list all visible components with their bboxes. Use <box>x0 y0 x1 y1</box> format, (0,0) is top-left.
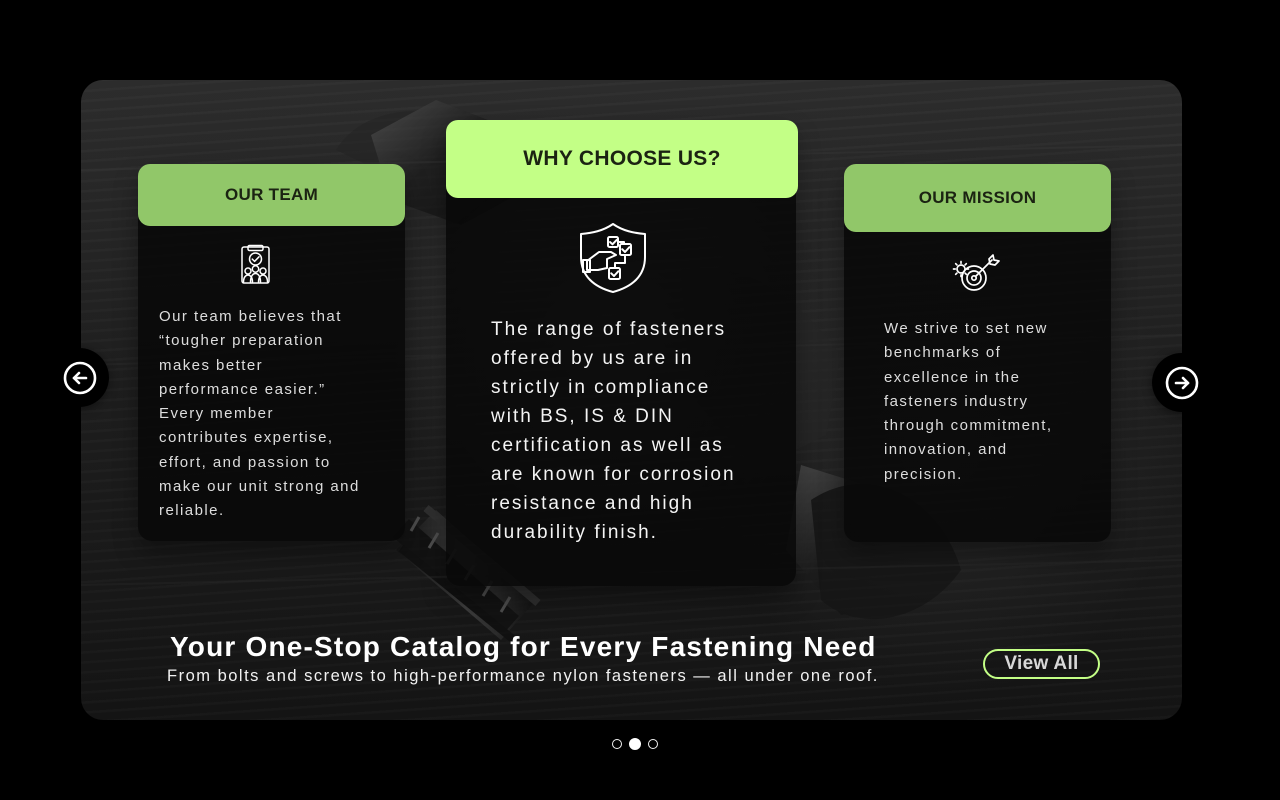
card-body-our-mission: We strive to set new benchmarks of excel… <box>884 320 1053 483</box>
view-all-button[interactable]: View All <box>983 649 1100 679</box>
team-clipboard-icon <box>237 244 274 292</box>
carousel-pagination <box>612 737 670 751</box>
pagination-dot[interactable] <box>612 739 622 749</box>
hero-banner: OUR TEAM Our team believes that “tougher… <box>81 80 1182 720</box>
card-our-team: OUR TEAM Our team believes that “tougher… <box>138 164 405 541</box>
carousel-prev-button[interactable] <box>50 348 109 407</box>
card-body-our-team: Our team believes that “tougher preparat… <box>159 308 360 520</box>
pagination-dot-active[interactable] <box>629 738 641 750</box>
card-title-our-mission: OUR MISSION <box>844 164 1111 232</box>
hero-title: Your One-Stop Catalog for Every Fastenin… <box>170 631 877 662</box>
arrow-left-circle-icon <box>60 358 100 398</box>
card-title-why-choose-us: WHY CHOOSE US? <box>446 120 798 198</box>
card-why-choose-us: WHY CHOOSE US? The range of fasteners of… <box>446 120 798 586</box>
card-body-why-choose-us: The range of fasteners offered by us are… <box>491 319 736 543</box>
page: OUR TEAM Our team believes that “tougher… <box>0 0 1280 800</box>
carousel-next-button[interactable] <box>1152 353 1211 412</box>
target-gear-icon <box>952 254 1000 294</box>
card-our-mission: OUR MISSION We strive to set new benchma… <box>844 164 1111 542</box>
pagination-dot[interactable] <box>648 739 658 749</box>
hero-subtitle: From bolts and screws to high-performanc… <box>167 667 879 685</box>
shield-checklist-icon <box>577 221 649 294</box>
arrow-right-circle-icon <box>1162 363 1202 403</box>
card-title-our-team: OUR TEAM <box>138 164 405 226</box>
